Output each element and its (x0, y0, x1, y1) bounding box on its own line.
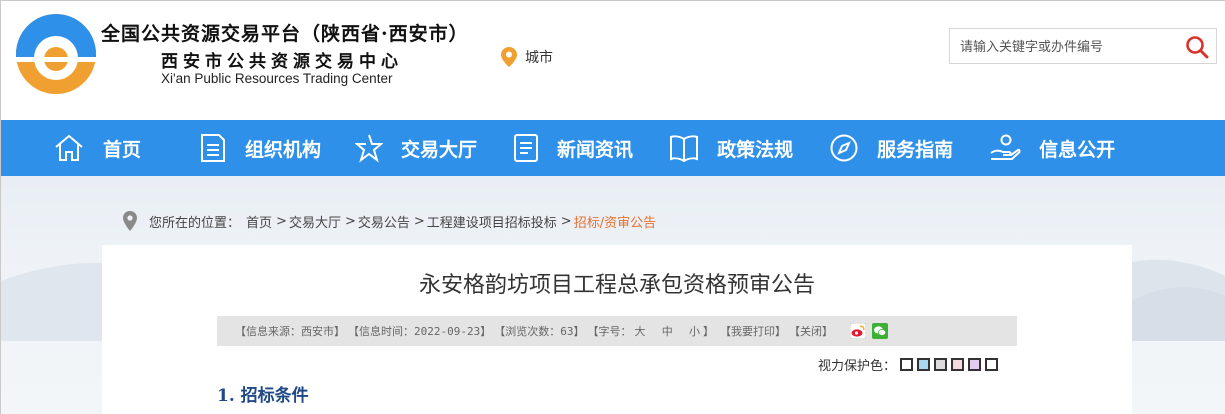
meta-source: 【信息来源：西安市】 (235, 325, 345, 338)
color-swatch-default[interactable] (985, 358, 999, 371)
location-pin-icon (501, 47, 517, 67)
breadcrumb-separator: > (413, 213, 425, 229)
color-swatch-pink[interactable] (951, 358, 965, 371)
font-small-button[interactable]: 小 (689, 325, 700, 338)
nav-item-trading-hall[interactable]: 交易大厅 (355, 120, 477, 176)
wechat-icon[interactable] (871, 323, 888, 339)
print-button[interactable]: 【我要打印】 (720, 323, 786, 339)
share-buttons (849, 323, 888, 339)
nav-label: 组织机构 (245, 138, 322, 161)
main-nav: 首页 组织机构 交易大厅 新闻资讯 政策法规 服务指南 信息公开 (1, 120, 1225, 176)
search-input[interactable] (960, 37, 1170, 57)
meta-font-size: 【字号：大 中 小】 (587, 323, 717, 339)
font-size-suffix: 】 (702, 325, 714, 338)
breadcrumb-current[interactable]: 招标/资审公告 (574, 212, 656, 231)
nav-label: 新闻资讯 (557, 138, 634, 161)
home-icon (55, 134, 83, 161)
close-button[interactable]: 【关闭】 (789, 323, 833, 339)
compass-icon (830, 134, 858, 162)
nav-item-home[interactable]: 首页 (53, 120, 141, 176)
color-swatch-blue[interactable] (917, 358, 931, 371)
nav-label: 首页 (103, 138, 142, 161)
org-subname-cn: 西安市公共资源交易中心 (161, 52, 403, 72)
nav-label: 交易大厅 (401, 138, 478, 161)
location-pin-icon (123, 211, 137, 231)
font-large-button[interactable]: 大 (634, 325, 645, 338)
nav-label: 政策法规 (717, 138, 794, 161)
city-selector[interactable]: 城市 (501, 47, 553, 67)
color-swatch-gray[interactable] (934, 358, 948, 371)
breadcrumb-home[interactable]: 首页 (246, 212, 272, 231)
meta-views: 【浏览次数：63】 (494, 325, 585, 338)
eye-protection-colors: 视力保护色： (818, 355, 999, 374)
breadcrumb-prefix: 您所在的位置： (149, 215, 241, 231)
search-icon[interactable] (1184, 34, 1210, 60)
breadcrumb-engineering-bidding[interactable]: 工程建设项目招标投标 (427, 212, 557, 231)
color-swatch-purple[interactable] (968, 358, 982, 371)
color-swatch-white[interactable] (900, 358, 914, 371)
font-medium-button[interactable]: 中 (662, 325, 673, 338)
site-header: 全国公共资源交易平台（陕西省·西安市） 西安市公共资源交易中心 Xi'an Pu… (1, 1, 1225, 120)
weibo-icon[interactable] (849, 323, 866, 339)
breadcrumb: 您所在的位置： 首页 > 交易大厅 > 交易公告 > 工程建设项目招标投标 > … (123, 211, 656, 231)
breadcrumb-separator: > (276, 213, 287, 229)
article-title: 永安格韵坊项目工程总承包资格预审公告 (418, 273, 815, 298)
meta-time: 【信息时间：2022-09-23】 (348, 325, 492, 338)
search-box (949, 28, 1217, 64)
hand-icon (990, 134, 1021, 160)
nav-item-policy[interactable]: 政策法规 (669, 120, 793, 176)
document-icon (201, 134, 226, 162)
org-name-cn: 全国公共资源交易平台（陕西省·西安市） (101, 23, 469, 45)
section-heading: 1. 招标条件 (217, 386, 309, 406)
nav-label: 服务指南 (877, 138, 954, 161)
nav-item-info-disclosure[interactable]: 信息公开 (989, 120, 1115, 176)
nav-item-organization[interactable]: 组织机构 (199, 120, 321, 176)
breadcrumb-trading-hall[interactable]: 交易大厅 (289, 212, 341, 231)
org-name-en: Xi'an Public Resources Trading Center (161, 71, 393, 86)
site-logo (15, 14, 97, 94)
nav-item-news[interactable]: 新闻资讯 (513, 120, 633, 176)
eye-protection-label: 视力保护色： (818, 359, 897, 374)
city-label: 城市 (525, 50, 553, 66)
star-icon (355, 134, 384, 163)
book-icon (670, 135, 699, 163)
font-size-prefix: 【字号： (587, 325, 632, 338)
breadcrumb-announcements[interactable]: 交易公告 (358, 212, 410, 231)
nav-label: 信息公开 (1039, 138, 1116, 161)
article-meta-bar: 【信息来源：西安市】 【信息时间：2022-09-23】 【浏览次数：63】 【… (217, 316, 1017, 346)
breadcrumb-separator: > (344, 213, 356, 229)
news-icon (514, 134, 539, 162)
article-card: 永安格韵坊项目工程总承包资格预审公告 【信息来源：西安市】 【信息时间：2022… (102, 245, 1132, 414)
breadcrumb-separator: > (560, 213, 572, 229)
nav-item-service-guide[interactable]: 服务指南 (829, 120, 953, 176)
